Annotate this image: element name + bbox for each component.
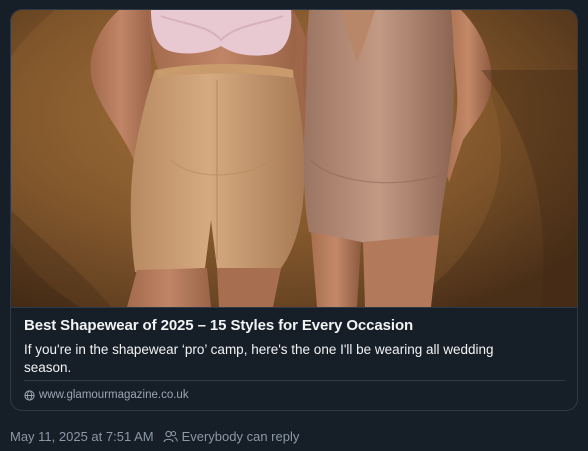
link-preview-image[interactable] <box>11 10 577 308</box>
link-preview-body: Best Shapewear of 2025 – 15 Styles for E… <box>11 308 577 410</box>
link-preview-divider <box>24 380 565 381</box>
link-preview-description: If you're in the shapewear ‘pro’ camp, h… <box>24 342 494 375</box>
reply-setting-label: Everybody can reply <box>181 428 300 444</box>
people-icon <box>163 430 178 443</box>
link-preview-domain: www.glamourmagazine.co.uk <box>39 389 189 401</box>
shapewear-photo <box>11 10 577 307</box>
globe-icon <box>24 389 35 401</box>
post-footer-region: Best Shapewear of 2025 – 15 Styles for E… <box>0 0 588 451</box>
reply-setting[interactable]: Everybody can reply <box>163 428 300 444</box>
link-preview-card[interactable]: Best Shapewear of 2025 – 15 Styles for E… <box>10 9 578 411</box>
link-preview-domain-row[interactable]: www.glamourmagazine.co.uk <box>24 387 189 403</box>
link-preview-title[interactable]: Best Shapewear of 2025 – 15 Styles for E… <box>24 317 564 334</box>
post-timestamp[interactable]: May 11, 2025 at 7:51 AM <box>10 429 154 444</box>
post-meta-row: May 11, 2025 at 7:51 AM Everybody can re… <box>10 427 299 445</box>
